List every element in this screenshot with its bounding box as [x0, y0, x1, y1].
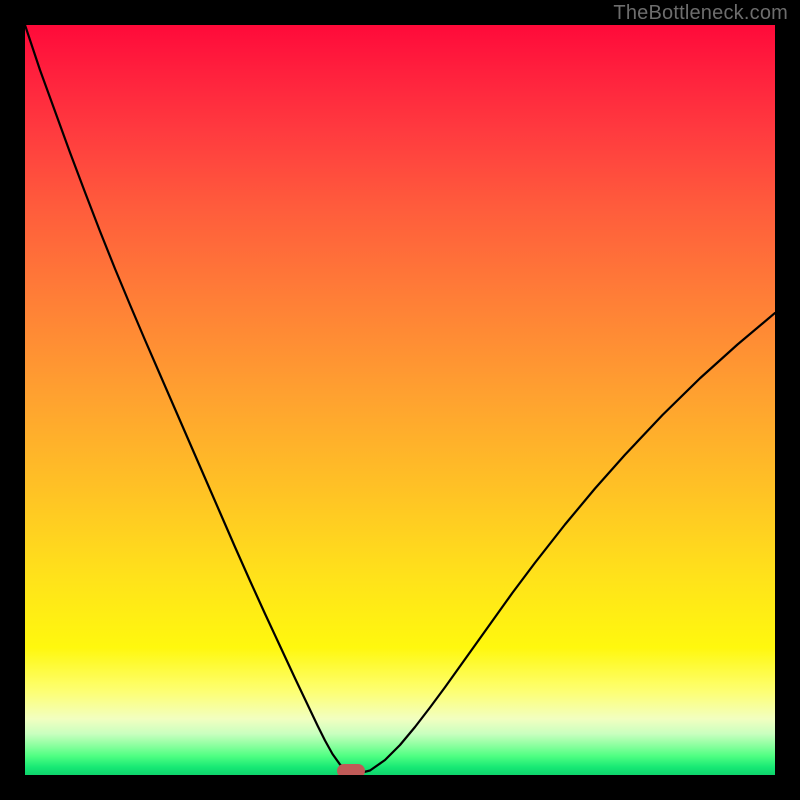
- bottleneck-curve: [25, 25, 775, 775]
- chart-frame: TheBottleneck.com: [0, 0, 800, 800]
- optimal-point-marker: [337, 764, 365, 775]
- plot-area: [25, 25, 775, 775]
- watermark-text: TheBottleneck.com: [613, 2, 788, 25]
